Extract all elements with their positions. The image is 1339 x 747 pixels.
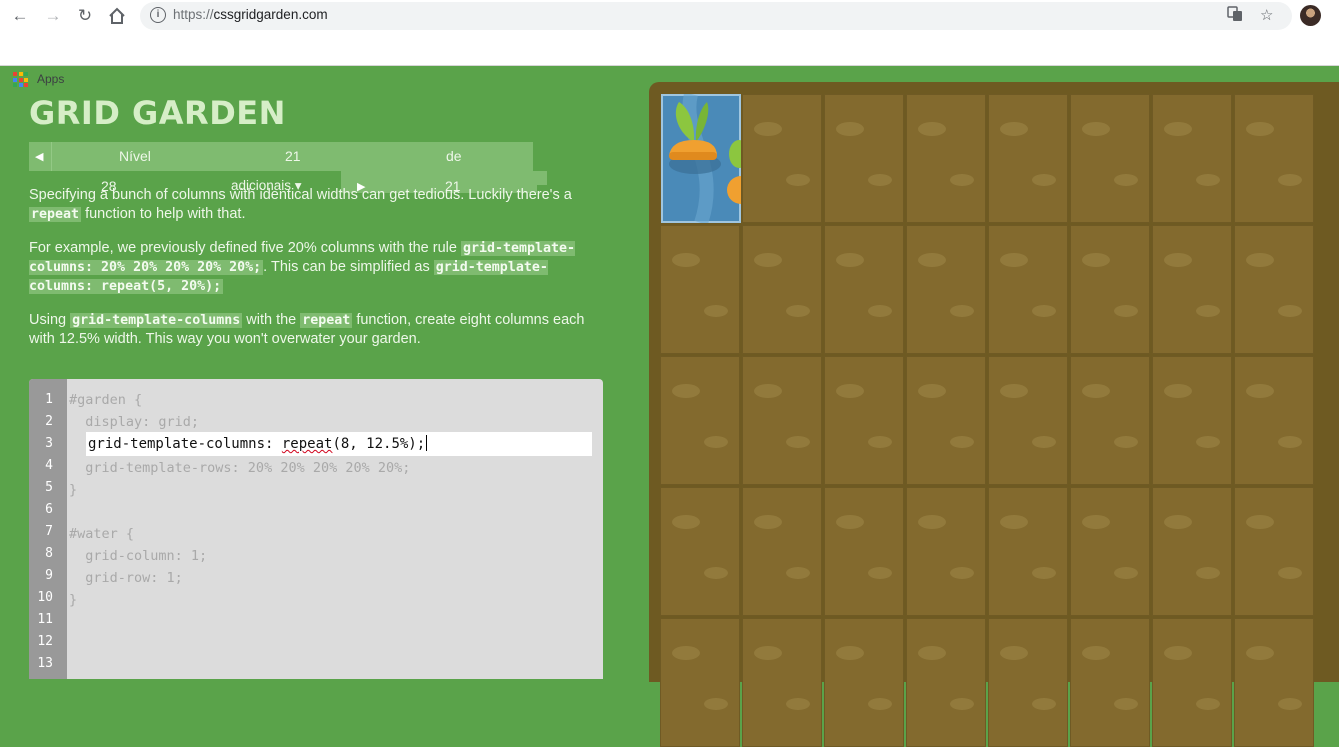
soil-plot (1070, 356, 1150, 485)
soil-plot (1152, 487, 1232, 616)
soil-plot (1234, 356, 1314, 485)
soil-plot (660, 356, 740, 485)
prev-level-icon[interactable]: ◀ (35, 150, 43, 163)
translate-icon[interactable] (1227, 6, 1243, 26)
soil-plot (906, 356, 986, 485)
instruction-paragraph-2: For example, we previously defined five … (29, 240, 576, 294)
garden-soil-grid (660, 94, 1339, 747)
soil-plot (660, 487, 740, 616)
css-editor: 1 2 3 4 5 6 7 8 9 10 11 12 13 #garden { … (29, 379, 603, 679)
bookmarks-bar: Apps (0, 32, 1339, 87)
line-number: 3 (45, 436, 53, 451)
soil-plot (1234, 487, 1314, 616)
soil-plot (660, 618, 740, 747)
page-title: GRID GARDEN (29, 94, 286, 132)
soil-plot (824, 94, 904, 223)
line-number: 5 (45, 480, 53, 495)
line-number: 11 (37, 612, 53, 627)
line-number: 10 (37, 590, 53, 605)
soil-plot (1070, 94, 1150, 223)
line-number: 4 (45, 458, 53, 473)
soil-plot (1070, 225, 1150, 354)
line-number: 8 (45, 546, 53, 561)
soil-plot (742, 487, 822, 616)
soil-plot (988, 487, 1068, 616)
soil-plot (988, 225, 1068, 354)
level-selector: ◀ Nível 21 de (29, 142, 533, 171)
soil-plot (1152, 356, 1232, 485)
bookmark-star-icon[interactable]: ☆ (1260, 6, 1273, 24)
code-line: grid-column: 1; (69, 548, 208, 564)
address-bar[interactable]: i https://cssgridgarden.com ☆ (140, 2, 1292, 30)
soil-plot (906, 487, 986, 616)
soil-plot (906, 618, 986, 747)
line-number: 9 (45, 568, 53, 583)
soil-plot (906, 225, 986, 354)
code-line: } (69, 482, 78, 498)
line-number: 1 (45, 392, 53, 407)
instruction-paragraph-1: Specifying a bunch of columns with ident… (29, 187, 572, 222)
line-number: 13 (37, 656, 53, 671)
soil-plot (1070, 487, 1150, 616)
code-repeat: repeat (29, 207, 82, 222)
line-number: 2 (45, 414, 53, 429)
css-input-field[interactable]: grid-template-columns: repeat(8, 12.5%); (86, 432, 592, 456)
back-icon[interactable]: ← (8, 4, 32, 28)
soil-plot (742, 225, 822, 354)
code-line: } (69, 592, 78, 608)
level-current: 21 (285, 148, 301, 164)
line-number-gutter: 1 2 3 4 5 6 7 8 9 10 11 12 13 (29, 379, 67, 679)
url-text[interactable]: https://cssgridgarden.com (173, 7, 328, 22)
soil-plot (1152, 618, 1232, 747)
soil-plot (988, 356, 1068, 485)
soil-plot (660, 225, 740, 354)
soil-plot (742, 618, 822, 747)
code-repeat-2: repeat (300, 313, 353, 328)
line-number: 7 (45, 524, 53, 539)
code-grid-template-columns: grid-template-columns (70, 313, 243, 328)
instruction-paragraph-3: Using grid-template-columns with the rep… (29, 312, 585, 347)
site-info-icon[interactable]: i (150, 7, 166, 23)
apps-grid-icon[interactable] (13, 72, 28, 87)
soil-plot (988, 618, 1068, 747)
code-line: #water { (69, 526, 135, 542)
soil-plot (824, 225, 904, 354)
soil-plot (824, 356, 904, 485)
line-number: 12 (37, 634, 53, 649)
forward-icon[interactable]: → (41, 4, 65, 28)
soil-plot (824, 618, 904, 747)
water-tile (661, 94, 741, 223)
soil-plot (1234, 94, 1314, 223)
code-line: display: grid; (69, 414, 200, 430)
line-number: 6 (45, 502, 53, 517)
level-of-word: de (446, 148, 462, 164)
code-line: #garden { (69, 392, 143, 408)
apps-bookmark[interactable]: Apps (37, 72, 64, 86)
soil-plot (742, 356, 822, 485)
soil-plot (1234, 618, 1314, 747)
level-word: Nível (119, 148, 151, 164)
reload-icon[interactable]: ↻ (73, 4, 97, 28)
profile-avatar[interactable] (1300, 5, 1321, 26)
soil-plot (742, 94, 822, 223)
browser-toolbar: ← → ↻ i https://cssgridgarden.com ☆ (0, 0, 1339, 32)
soil-plot (988, 94, 1068, 223)
home-icon[interactable] (105, 4, 129, 28)
soil-plot (1152, 94, 1232, 223)
soil-plot (1152, 225, 1232, 354)
soil-plot (1070, 618, 1150, 747)
text-cursor (426, 435, 428, 451)
code-line: grid-row: 1; (69, 570, 183, 586)
soil-plot (906, 94, 986, 223)
soil-plot (1234, 225, 1314, 354)
code-line: grid-template-rows: 20% 20% 20% 20% 20%; (69, 460, 411, 476)
soil-plot (824, 487, 904, 616)
